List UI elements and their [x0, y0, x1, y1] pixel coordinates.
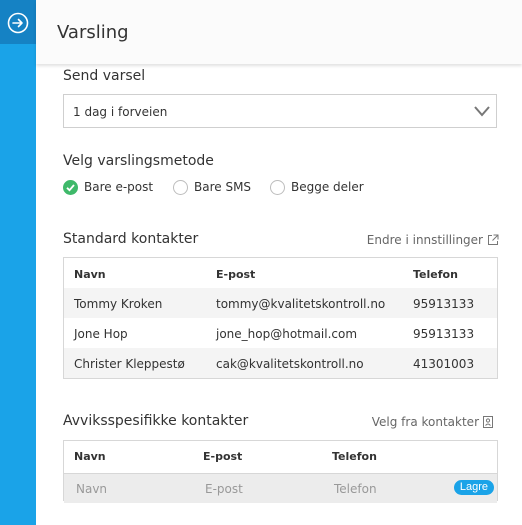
cell-email: tommy@kvalitetskontroll.no — [216, 297, 386, 311]
name-input[interactable]: Navn — [76, 482, 107, 496]
contact-card-icon — [483, 416, 493, 428]
column-header: E-post — [216, 268, 256, 281]
chevron-down-icon — [474, 106, 490, 117]
external-link-icon — [488, 234, 499, 245]
choose-contacts-link[interactable]: Velg fra kontakter — [372, 415, 493, 429]
page-title: Varsling — [57, 22, 129, 43]
check-icon — [63, 179, 78, 195]
phone-input[interactable]: Telefon — [334, 482, 377, 496]
cell-name: Tommy Kroken — [74, 297, 163, 311]
method-label: Velg varslingsmetode — [63, 153, 214, 169]
specific-contacts-table: Navn E-post Telefon Navn E-post Telefon … — [63, 440, 498, 503]
send-select[interactable]: 1 dag i forveien — [63, 94, 497, 128]
column-header: Telefon — [332, 450, 377, 463]
arrow-right-circle-icon[interactable] — [7, 12, 29, 34]
standard-title: Standard kontakter — [63, 231, 199, 247]
radio-both[interactable]: Begge deler — [270, 179, 364, 195]
notification-panel: Varsling Send varsel 1 dag i forveien Ve… — [36, 0, 522, 525]
cell-email: jone_hop@hotmail.com — [216, 327, 358, 341]
radio-email-only[interactable]: Bare e-post — [63, 179, 153, 195]
cell-name: Jone Hop — [74, 327, 128, 341]
cell-name: Christer Kleppestø — [74, 357, 185, 371]
radio-label: Bare e-post — [84, 180, 154, 194]
table-row: Tommy Kroken tommy@kvalitetskontroll.no … — [64, 288, 497, 318]
email-input[interactable]: E-post — [205, 482, 243, 496]
choose-contacts-label: Velg fra kontakter — [371, 415, 479, 429]
radio-circle-icon — [270, 179, 285, 195]
save-button[interactable]: Lagre — [453, 480, 494, 495]
column-header: Navn — [74, 450, 106, 463]
column-header: E-post — [203, 450, 243, 463]
column-header: Telefon — [413, 268, 458, 281]
send-label: Send varsel — [63, 68, 146, 84]
cell-phone: 95913133 — [413, 327, 475, 341]
specific-title: Avviksspesifikke kontakter — [63, 413, 249, 429]
table-row: Jone Hop jone_hop@hotmail.com 95913133 — [64, 318, 497, 348]
send-select-value: 1 dag i forveien — [73, 105, 168, 119]
edit-settings-link[interactable]: Endre i innstillinger — [367, 233, 499, 247]
radio-label: Begge deler — [291, 180, 364, 194]
panel-header: Varsling — [36, 0, 522, 64]
column-header: Navn — [74, 268, 106, 281]
edit-settings-label: Endre i innstillinger — [366, 233, 483, 247]
radio-circle-icon — [173, 179, 188, 195]
sidebar — [0, 0, 36, 525]
table-row: Christer Kleppestø cak@kvalitetskontroll… — [64, 348, 497, 378]
new-contact-row: Navn E-post Telefon Lagre — [64, 473, 497, 503]
cell-email: cak@kvalitetskontroll.no — [216, 357, 364, 371]
radio-label: Bare SMS — [194, 180, 252, 194]
sidebar-top — [0, 0, 36, 44]
cell-phone: 95913133 — [413, 297, 475, 311]
standard-contacts-table: Navn E-post Telefon Tommy Kroken tommy@k… — [63, 257, 498, 379]
cell-phone: 41301003 — [413, 357, 475, 371]
radio-sms-only[interactable]: Bare SMS — [173, 179, 251, 195]
